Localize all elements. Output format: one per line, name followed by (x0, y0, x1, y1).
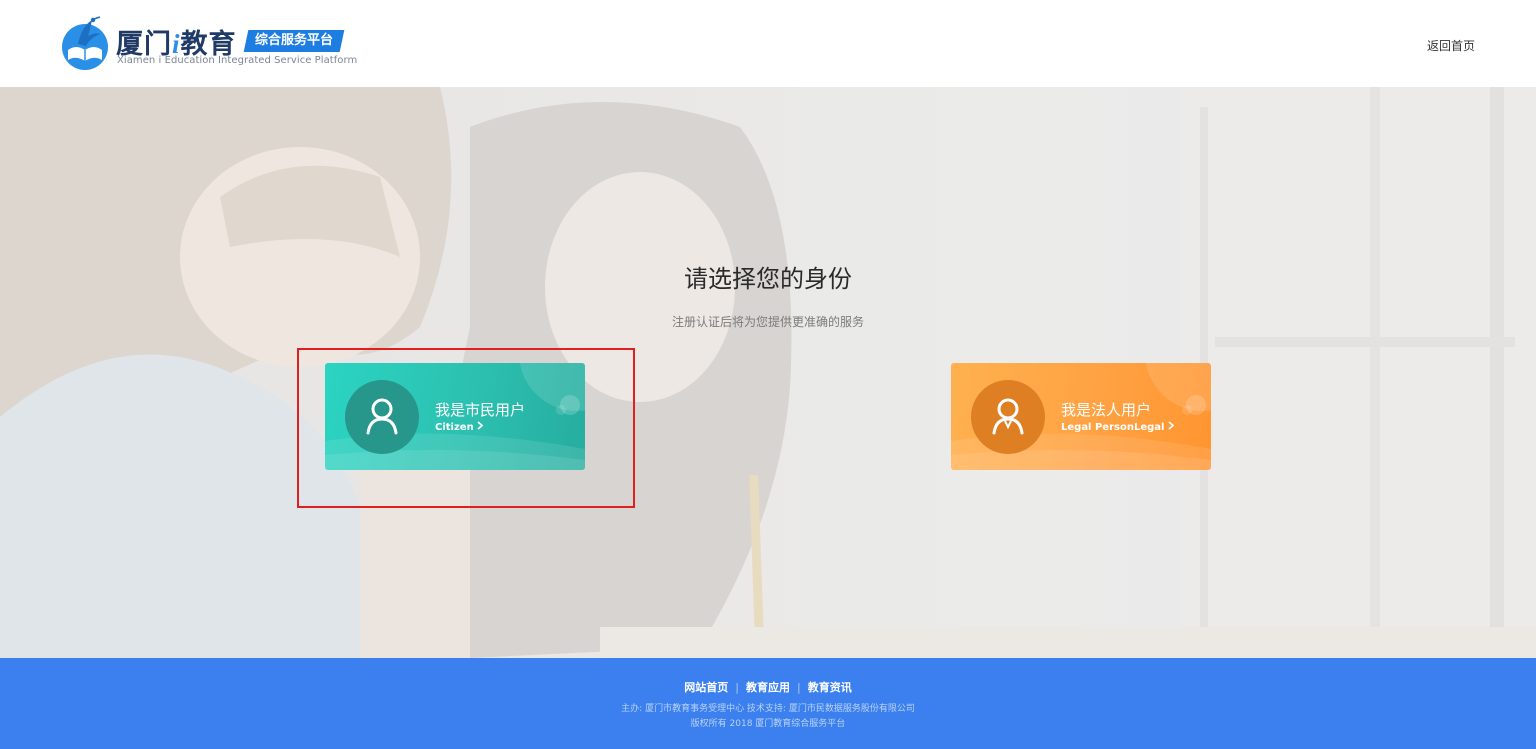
back-home-link[interactable]: 返回首页 (1427, 37, 1475, 54)
page-subtitle: 注册认证后将为您提供更准确的服务 (671, 315, 864, 329)
header: 厦门i教育 综合服务平台 Xiamen i Education Integrat… (0, 0, 1536, 87)
separator: | (735, 681, 739, 694)
citizen-label: 我是市民用户 (435, 401, 526, 419)
footer-sponsor: 主办: 厦门市教育事务受理中心 技术支持: 厦门市民数据服务股份有限公司 (621, 704, 915, 714)
legal-user-card[interactable]: 我是法人用户 Legal PersonLegal (951, 363, 1211, 470)
legal-label-en: Legal PersonLegal (1061, 421, 1175, 433)
logo-subtitle: Xiamen i Education Integrated Service Pl… (117, 55, 358, 66)
site-logo[interactable]: 厦门i教育 综合服务平台 Xiamen i Education Integrat… (60, 14, 360, 74)
chevron-right-icon (477, 421, 484, 430)
user-avatar (971, 380, 1045, 454)
footer: 网站首页 | 教育应用 | 教育资讯 主办: 厦门市教育事务受理中心 技术支持: 厦门市… (0, 658, 1536, 749)
user-avatar (345, 380, 419, 454)
citizen-label-en: Citizen (435, 421, 484, 433)
hero-section: 请选择您的身份 注册认证后将为您提供更准确的服务 我是市民用户 Citizen (0, 87, 1536, 658)
citizen-user-card[interactable]: 我是市民用户 Citizen (325, 363, 585, 470)
user-icon (992, 398, 1024, 435)
page-title: 请选择您的身份 (684, 265, 852, 293)
book-crane-logo-icon (62, 16, 108, 70)
footer-link-apps[interactable]: 教育应用 (746, 681, 790, 694)
footer-links: 网站首页 | 教育应用 | 教育资讯 (0, 679, 1536, 695)
logo-badge: 综合服务平台 (243, 30, 345, 52)
legal-label: 我是法人用户 (1061, 401, 1152, 419)
user-icon (366, 398, 398, 435)
chevron-right-icon (1168, 421, 1175, 430)
footer-link-news[interactable]: 教育资讯 (808, 681, 852, 694)
footer-copyright: 版权所有 2018 厦门教育综合服务平台 (690, 719, 846, 729)
hero-background-photo (0, 87, 1536, 658)
separator: | (797, 681, 801, 694)
footer-link-home[interactable]: 网站首页 (684, 681, 728, 694)
